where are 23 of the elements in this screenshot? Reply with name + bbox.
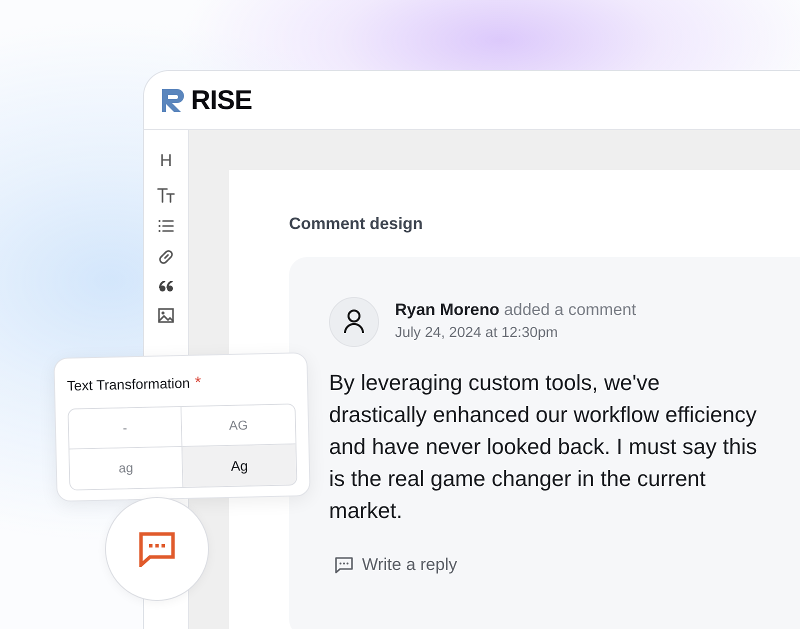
comment-icon bbox=[334, 556, 354, 574]
required-mark: * bbox=[194, 374, 202, 392]
logo-text: RISE bbox=[191, 84, 252, 117]
heading-tool[interactable]: H bbox=[160, 150, 172, 171]
field-label: Text Transformation bbox=[66, 374, 190, 394]
user-icon bbox=[343, 308, 365, 335]
option-button[interactable]: Ag bbox=[182, 444, 296, 487]
link-icon[interactable] bbox=[158, 249, 174, 265]
option-button[interactable]: AG bbox=[182, 404, 296, 447]
comment-action: added a comment bbox=[504, 301, 636, 320]
list-icon[interactable] bbox=[158, 219, 174, 233]
section-title: Comment design bbox=[289, 214, 424, 235]
option-button[interactable]: ag bbox=[69, 447, 184, 490]
logo-icon bbox=[160, 86, 187, 114]
comment-text: By leveraging custom tools, we've drastically enhanced our workflow efficiency and have never looked back. I must say this is the real game changer in the current market. bbox=[329, 368, 758, 525]
reply-button[interactable]: Write a reply bbox=[329, 546, 462, 582]
quote-icon[interactable] bbox=[158, 281, 174, 292]
text-size-icon[interactable] bbox=[157, 187, 175, 203]
option-button[interactable]: - bbox=[68, 407, 182, 450]
image-icon[interactable] bbox=[158, 308, 174, 323]
chat-icon bbox=[138, 531, 176, 567]
author-name: Ryan Moreno bbox=[395, 301, 500, 320]
comment-date: July 24, 2024 at 12:30pm bbox=[395, 324, 559, 344]
